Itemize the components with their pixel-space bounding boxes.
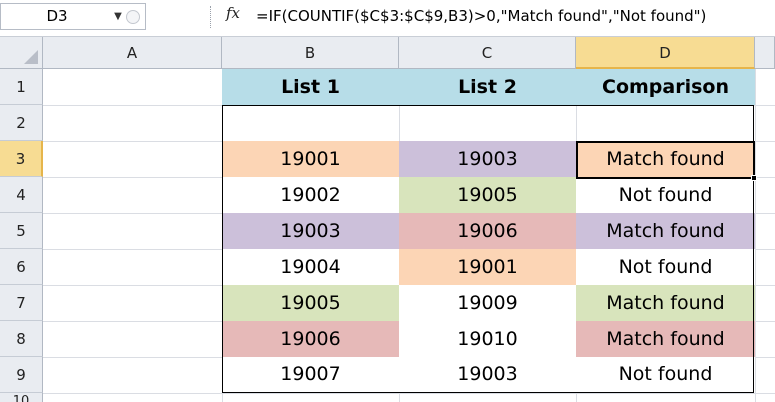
column-header-e[interactable] — [755, 37, 775, 69]
row-header-5[interactable]: 5 — [0, 213, 43, 249]
header-comparison[interactable]: Comparison — [576, 69, 755, 105]
header-list-1[interactable]: List 1 — [222, 69, 399, 105]
row-header-2[interactable]: 2 — [0, 105, 43, 141]
formula-bar-divider — [210, 6, 212, 28]
table-border — [222, 105, 754, 393]
header-list-2[interactable]: List 2 — [399, 69, 576, 105]
row-header-8[interactable]: 8 — [0, 321, 43, 357]
insert-function-icon[interactable]: fx — [226, 4, 240, 22]
fill-handle[interactable] — [751, 175, 757, 181]
select-all-triangle-icon — [24, 50, 38, 64]
column-header-b[interactable]: B — [222, 37, 399, 69]
name-box-value[interactable]: D3 — [1, 4, 113, 29]
name-box-scroll-icon — [126, 10, 140, 24]
row-header-6[interactable]: 6 — [0, 249, 43, 285]
gridline — [43, 393, 775, 394]
column-header-d[interactable]: D — [576, 37, 755, 69]
row-header-3[interactable]: 3 — [0, 141, 43, 177]
row-header-10[interactable]: 10 — [0, 393, 43, 402]
formula-input[interactable]: =IF(COUNTIF($C$3:$C$9,B3)>0,"Match found… — [256, 0, 706, 33]
gridline — [755, 69, 756, 402]
column-header-c[interactable]: C — [399, 37, 576, 69]
select-all-button[interactable] — [0, 37, 43, 69]
name-box[interactable]: D3 ▼ — [0, 3, 146, 30]
row-header-9[interactable]: 9 — [0, 357, 43, 393]
row-header-1[interactable]: 1 — [0, 69, 43, 105]
formula-bar: D3 ▼ fx =IF(COUNTIF($C$3:$C$9,B3)>0,"Mat… — [0, 0, 775, 37]
row-header-7[interactable]: 7 — [0, 285, 43, 321]
column-header-a[interactable]: A — [43, 37, 222, 69]
chevron-down-icon[interactable]: ▼ — [111, 4, 125, 29]
row-header-4[interactable]: 4 — [0, 177, 43, 213]
